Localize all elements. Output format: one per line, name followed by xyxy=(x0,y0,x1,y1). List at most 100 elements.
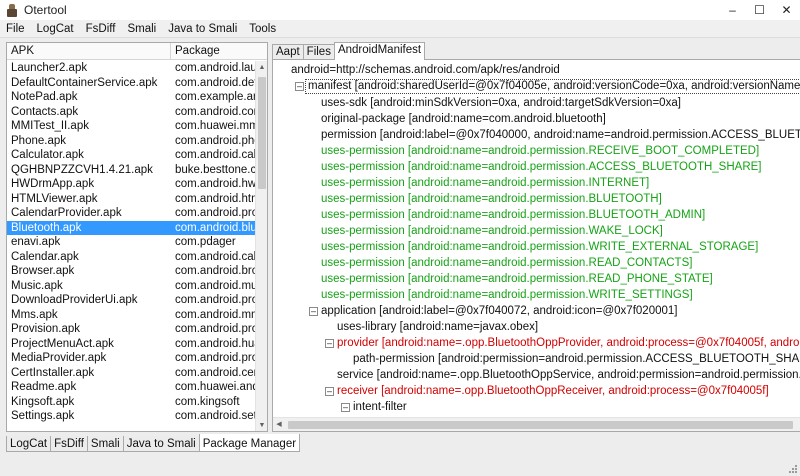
apk-row[interactable]: Contacts.apk com.android.cont xyxy=(7,105,257,120)
collapse-icon[interactable]: – xyxy=(325,339,334,348)
apk-row[interactable]: HTMLViewer.apk com.android.htm xyxy=(7,192,257,207)
tab-fsdiff[interactable]: FsDiff xyxy=(50,436,88,452)
tab-java-to-smali[interactable]: Java to Smali xyxy=(122,436,200,452)
tree-node-uses-permission[interactable]: uses-permission [android:name=android.pe… xyxy=(321,176,649,191)
apk-row[interactable]: DefaultContainerService.apk com.android.d… xyxy=(7,76,257,91)
tree-node-receiver[interactable]: receiver [android:name=.opp.BluetoothOpp… xyxy=(337,384,769,399)
tree-node-uses-permission[interactable]: uses-permission [android:name=android.pe… xyxy=(321,240,758,255)
apk-row[interactable]: QGHBNPZZCVH1.4.21.apk buke.besttone.ca xyxy=(7,163,257,178)
menu-smali[interactable]: Smali xyxy=(121,20,162,38)
apk-row[interactable]: Launcher2.apk com.android.laun xyxy=(7,61,257,76)
tree-node-uses-permission[interactable]: uses-permission [android:name=android.pe… xyxy=(321,160,762,175)
apk-row[interactable]: Music.apk com.android.mus xyxy=(7,279,257,294)
apk-row[interactable]: MMITest_II.apk com.huawei.mmi xyxy=(7,119,257,134)
tree-node-uses-permission[interactable]: uses-permission [android:name=android.pe… xyxy=(321,144,759,159)
apk-list-scrollbar[interactable]: ▲ ▼ xyxy=(255,61,267,431)
collapse-icon[interactable]: – xyxy=(341,403,350,412)
tree-node-uses-permission[interactable]: uses-permission [android:name=android.pe… xyxy=(321,192,662,207)
collapse-icon[interactable]: – xyxy=(295,82,304,91)
tree-node-namespace[interactable]: android=http://schemas.android.com/apk/r… xyxy=(291,63,560,78)
apk-package: com.android.cale xyxy=(175,250,257,263)
apk-row[interactable]: ProjectMenuAct.apk com.android.hua xyxy=(7,337,257,352)
apk-row[interactable]: Settings.apk com.android.sett xyxy=(7,409,257,424)
apk-package: com.android.pro xyxy=(175,207,257,219)
tree-node-application[interactable]: application [android:label=@0x7f040072, … xyxy=(321,304,677,319)
tree-node-service[interactable]: service [android:name=.opp.BluetoothOppS… xyxy=(337,368,800,383)
apk-name: Contacts.apk xyxy=(11,105,79,118)
resize-grip-icon[interactable] xyxy=(787,463,797,473)
minimize-icon[interactable]: – xyxy=(719,0,746,20)
apk-row[interactable]: Calendar.apk com.android.cale xyxy=(7,250,257,265)
tree-node-uses-permission[interactable]: uses-permission [android:name=android.pe… xyxy=(321,288,693,303)
apk-row[interactable]: Kingsoft.apk com.kingsoft xyxy=(7,395,257,410)
apk-row[interactable]: Bluetooth.apk com.android.blue xyxy=(7,220,257,235)
apk-row[interactable]: Mms.apk com.android.mm xyxy=(7,308,257,323)
apk-package: com.android.pho xyxy=(175,134,257,147)
apk-name: CertInstaller.apk xyxy=(11,366,95,379)
tree-node-manifest[interactable]: manifest [android:sharedUserId=@0x7f0400… xyxy=(305,79,800,94)
tree-node-uses-permission[interactable]: uses-permission [android:name=android.pe… xyxy=(321,208,705,223)
apk-package: com.example.and xyxy=(175,91,257,103)
tree-node-uses-permission[interactable]: uses-permission [android:name=android.pe… xyxy=(321,224,663,239)
tab-androidmanifest[interactable]: AndroidManifest xyxy=(333,42,426,60)
collapse-icon[interactable]: – xyxy=(325,387,334,396)
apk-package: com.android.hwd xyxy=(175,178,257,190)
tab-files[interactable]: Files xyxy=(302,44,335,60)
apk-package: com.android.pro xyxy=(175,352,257,364)
tree-node-uses-library[interactable]: uses-library [android:name=javax.obex] xyxy=(337,320,538,335)
tree-node-uses-permission[interactable]: uses-permission [android:name=android.pe… xyxy=(321,256,692,271)
apk-name: Calendar.apk xyxy=(11,250,79,263)
tree-node-path-permission[interactable]: path-permission [android:permission=andr… xyxy=(353,352,800,367)
tab-aapt[interactable]: Aapt xyxy=(272,44,304,60)
apk-row[interactable]: DownloadProviderUi.apk com.android.pro xyxy=(7,293,257,308)
tree-node-provider[interactable]: provider [android:name=.opp.BluetoothOpp… xyxy=(337,336,800,351)
tree-node-original-package[interactable]: original-package [android:name=com.andro… xyxy=(321,112,606,127)
maximize-icon[interactable]: ☐ xyxy=(746,0,773,20)
menu-java-to-smali[interactable]: Java to Smali xyxy=(162,20,243,38)
apk-package: com.android.hua xyxy=(175,337,257,350)
scrollbar-thumb[interactable] xyxy=(258,77,266,189)
apk-row[interactable]: Browser.apk com.android.bro xyxy=(7,264,257,279)
apk-row[interactable]: MediaProvider.apk com.android.pro xyxy=(7,351,257,366)
detail-tabs: Aapt Files AndroidManifest xyxy=(272,42,426,60)
column-header-package[interactable]: Package xyxy=(171,43,253,60)
tree-node-intent-filter[interactable]: intent-filter xyxy=(353,400,407,415)
apk-row[interactable]: Readme.apk com.huawei.andr xyxy=(7,380,257,395)
tree-node-permission[interactable]: permission [android:label=@0x7f040000, a… xyxy=(321,128,800,143)
scroll-left-icon[interactable]: ◀ xyxy=(273,418,285,431)
menu-fsdiff[interactable]: FsDiff xyxy=(80,20,122,38)
apk-name: DefaultContainerService.apk xyxy=(11,76,158,89)
tree-node-uses-permission[interactable]: uses-permission [android:name=android.pe… xyxy=(321,272,713,287)
scroll-down-icon[interactable]: ▼ xyxy=(256,419,267,431)
collapse-icon[interactable]: – xyxy=(309,307,318,316)
title-bar: Otertool – ☐ ✕ xyxy=(0,0,800,20)
apk-row[interactable]: Calculator.apk com.android.calc xyxy=(7,148,257,163)
column-header-apk[interactable]: APK xyxy=(7,43,171,60)
menu-file[interactable]: File xyxy=(0,20,31,38)
tab-logcat[interactable]: LogCat xyxy=(6,436,52,452)
apk-row[interactable]: enavi.apk com.pdager xyxy=(7,235,257,250)
apk-row[interactable]: Provision.apk com.android.pro xyxy=(7,322,257,337)
tab-package-manager[interactable]: Package Manager xyxy=(198,434,301,452)
menu-tools[interactable]: Tools xyxy=(243,20,282,38)
apk-name: DownloadProviderUi.apk xyxy=(11,294,138,306)
apk-row[interactable]: Phone.apk com.android.pho xyxy=(7,134,257,149)
tab-smali[interactable]: Smali xyxy=(86,436,124,452)
apk-package: com.android.cert xyxy=(175,366,257,379)
apk-row[interactable]: CalendarProvider.apk com.android.pro xyxy=(7,206,257,221)
menu-logcat[interactable]: LogCat xyxy=(31,20,80,38)
apk-name: MediaProvider.apk xyxy=(11,352,107,364)
scrollbar-thumb[interactable] xyxy=(288,421,793,429)
scroll-up-icon[interactable]: ▲ xyxy=(256,61,267,75)
tree-node-uses-sdk[interactable]: uses-sdk [android:minSdkVersion=0xa, and… xyxy=(321,96,681,111)
apk-package: com.android.pro xyxy=(175,294,257,306)
apk-package: com.android.mus xyxy=(175,279,257,292)
apk-row[interactable]: NotePad.apk com.example.and xyxy=(7,90,257,105)
manifest-horizontal-scrollbar[interactable]: ◀ xyxy=(273,417,800,431)
close-icon[interactable]: ✕ xyxy=(773,0,800,20)
apk-name: HTMLViewer.apk xyxy=(11,192,98,205)
menu-bar: File LogCat FsDiff Smali Java to Smali T… xyxy=(0,20,800,38)
apk-name: enavi.apk xyxy=(11,236,61,248)
apk-row[interactable]: HWDrmApp.apk com.android.hwd xyxy=(7,177,257,192)
apk-row[interactable]: CertInstaller.apk com.android.cert xyxy=(7,366,257,381)
